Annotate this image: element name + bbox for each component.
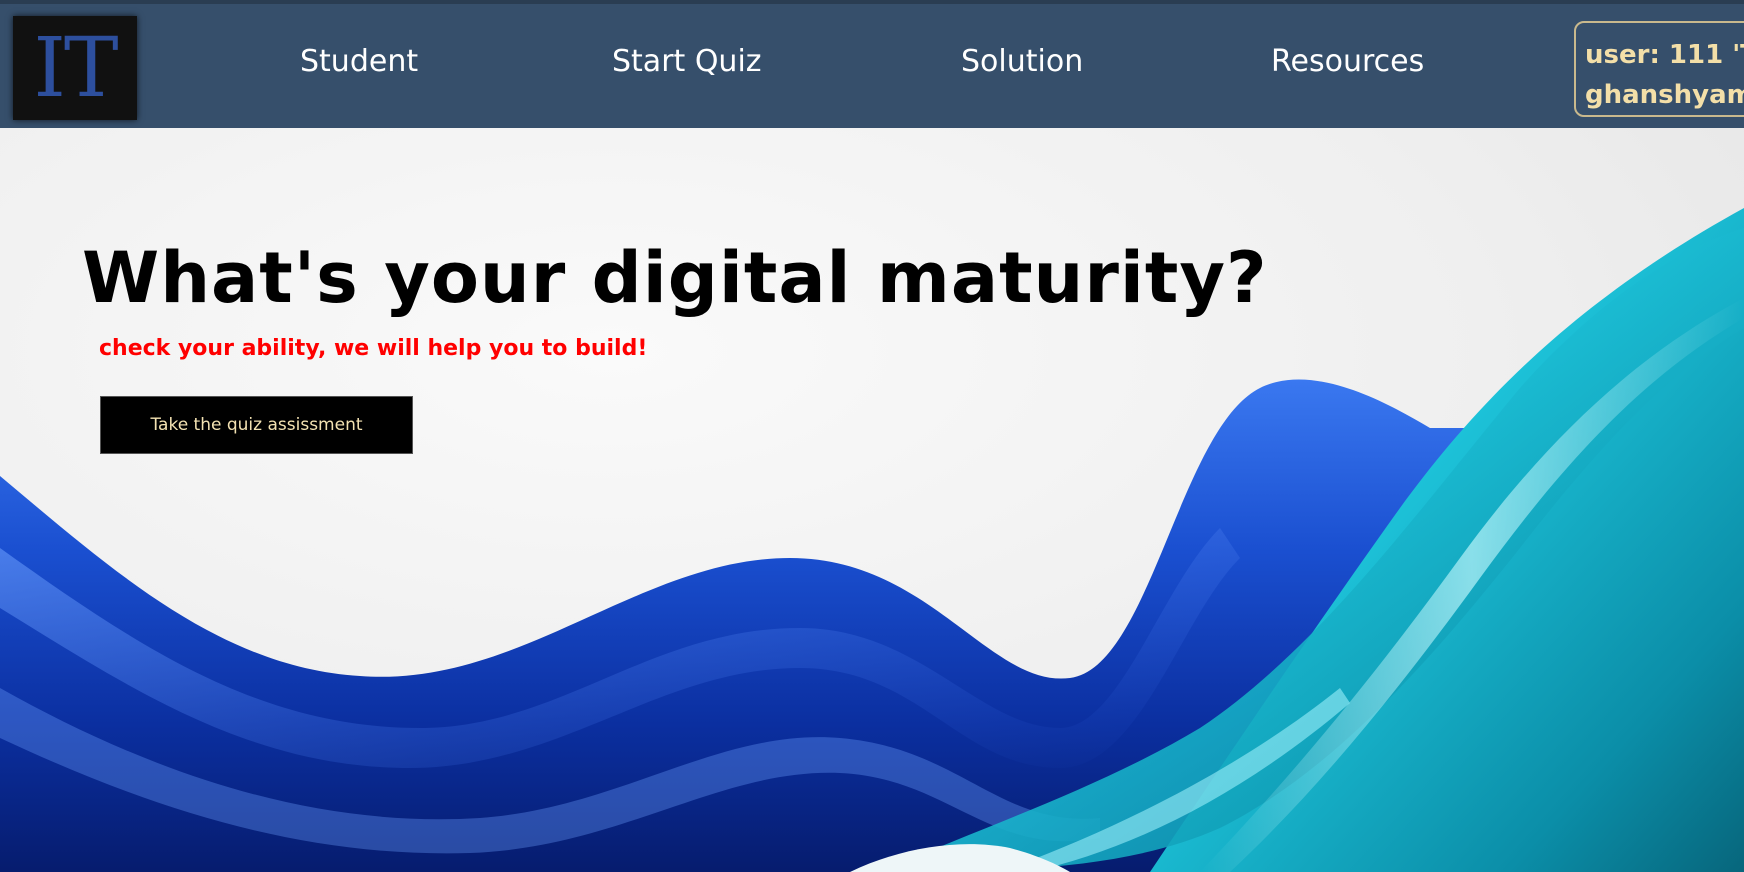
nav-link-student[interactable]: Student: [300, 44, 418, 79]
navbar: IT Student Start Quiz Solution Resources…: [0, 4, 1744, 128]
logo-text: IT: [33, 21, 118, 116]
user-info-box: user: 111 'T ghanshyam: [1574, 21, 1744, 117]
nav-link-start-quiz[interactable]: Start Quiz: [612, 44, 762, 79]
take-quiz-button[interactable]: Take the quiz assissment: [100, 396, 413, 454]
hero-title: What's your digital maturity?: [82, 237, 1268, 319]
nav-link-resources[interactable]: Resources: [1271, 44, 1424, 79]
user-id-text: user: 111 'T: [1585, 40, 1744, 70]
nav-link-solution[interactable]: Solution: [961, 44, 1083, 79]
hero-section: What's your digital maturity? check your…: [0, 128, 1744, 872]
site-logo[interactable]: IT: [13, 16, 137, 120]
user-name-text: ghanshyam: [1585, 80, 1744, 110]
hero-subtitle: check your ability, we will help you to …: [99, 336, 648, 361]
